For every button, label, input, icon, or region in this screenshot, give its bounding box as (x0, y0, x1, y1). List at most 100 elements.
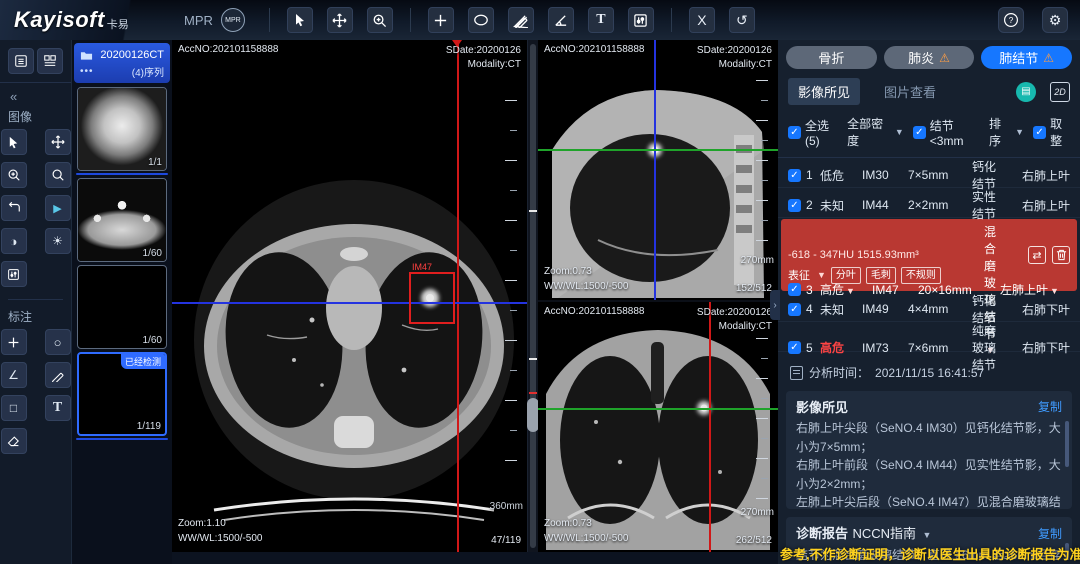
angle-tool-button[interactable] (548, 7, 574, 33)
report-guide-dropdown[interactable]: NCCN指南 (852, 526, 916, 541)
chevron-down-icon: ▼ (1015, 127, 1024, 137)
checkbox-checked-icon[interactable]: ✓ (788, 199, 801, 212)
pan-button[interactable] (327, 7, 353, 33)
annotate-angle-button[interactable]: ∠ (1, 362, 27, 388)
density-filter-dropdown[interactable]: 全部密度 ▼ (847, 115, 904, 149)
nodule-bounding-box[interactable] (409, 272, 455, 324)
report-image-icon[interactable]: ▤ (1016, 82, 1036, 102)
series-more-icon[interactable]: ••• (80, 66, 94, 77)
zoom-in-button[interactable] (367, 7, 393, 33)
layout-tree-button[interactable] (37, 48, 63, 74)
feature-tag[interactable]: 分叶 (831, 267, 861, 284)
annotate-rect-button[interactable]: □ (1, 395, 27, 421)
image-number: IM44 (862, 198, 908, 212)
select-all-checkbox[interactable]: ✓ 全选(5) (788, 117, 838, 148)
select-cursor-button[interactable] (287, 7, 313, 33)
nodule-row-5[interactable]: ✓5 高危 IM73 7×6mm 纯磨玻璃结节 右肺下叶 (778, 322, 1080, 352)
coronal-crosshair-horizontal[interactable] (538, 408, 778, 410)
checkbox-checked-icon[interactable]: ✓ (788, 303, 801, 316)
sagittal-crosshair-horizontal[interactable] (538, 149, 778, 151)
text-icon: T (596, 12, 605, 28)
wl-preset-button[interactable] (1, 261, 27, 287)
mode-pneumonia-button[interactable]: 肺炎 ⚠ (884, 46, 975, 69)
delete-nodule-button[interactable] (1052, 246, 1070, 264)
cine-play-button[interactable]: ▶ (45, 195, 71, 221)
checkbox-checked-icon[interactable]: ✓ (788, 169, 801, 182)
axial-accno: AccNO:202101158888 (178, 44, 278, 55)
window-level-button[interactable] (628, 7, 654, 33)
thumbnail-series-4-selected[interactable]: 已经检测 1/119 (77, 352, 167, 436)
thumbnail-series-3[interactable]: 1/60 (77, 265, 167, 349)
nodule-row-2[interactable]: ✓2 未知 IM44 2×2mm 实性结节 右肺上叶 (778, 188, 1080, 218)
brightness-tool-button[interactable]: ☀ (45, 228, 71, 254)
mode-nodule-button[interactable]: 肺结节 ⚠ (981, 46, 1072, 69)
tab-findings[interactable]: 影像所见 (788, 78, 860, 105)
findings-scrollbar[interactable] (1065, 421, 1069, 467)
sagittal-viewport[interactable]: AccNO:202101158888 SDate:20200126 Modali… (538, 40, 778, 300)
text-tool-button[interactable]: T (588, 7, 614, 33)
mpr-layout-icon[interactable]: MPR (221, 8, 245, 32)
copy-findings-button[interactable]: 复制 (1038, 398, 1062, 415)
help-button[interactable]: ? (998, 7, 1024, 33)
coronal-accno: AccNO:202101158888 (544, 306, 644, 317)
coronal-viewport[interactable]: AccNO:202101158888 SDate:20200126 Modali… (538, 302, 778, 552)
nodule-row-3-selected[interactable]: ✓3 高危▼ IM47 20×16mm 混合磨玻璃结节▼ 左肺上叶▼ -618 … (781, 219, 1077, 291)
compare-button[interactable]: ⇄ (1028, 246, 1046, 264)
nodule-location-dropdown[interactable]: 左肺上叶 (1000, 283, 1048, 297)
annotate-text-button[interactable]: T (45, 395, 71, 421)
series-title: 20200126CT (100, 49, 164, 61)
copy-report-button[interactable]: 复制 (1038, 525, 1062, 542)
thumbnail-scout[interactable]: 1/1 (77, 87, 167, 171)
feature-tag[interactable]: 毛刺 (866, 267, 896, 284)
collapse-sidebar-button[interactable]: « (0, 83, 71, 106)
checkbox-checked-icon[interactable]: ✓ (788, 283, 801, 296)
zoom-in-tool-button[interactable] (1, 162, 27, 188)
annotate-ruler-button[interactable] (45, 362, 71, 388)
magnify-tool-button[interactable] (45, 162, 71, 188)
series-header[interactable]: 20200126CT ••• (4)序列 (74, 43, 170, 83)
trash-icon (1056, 249, 1067, 261)
brightness-icon: ☀ (52, 234, 63, 248)
mode-fracture-button[interactable]: 骨折 (786, 46, 877, 69)
crosshair-drag-marker[interactable] (452, 40, 462, 47)
toolbar-separator (671, 8, 672, 32)
axial-slice-scrollbar[interactable] (528, 40, 538, 552)
nodule-list: ✓1 低危 IM30 7×5mm 钙化结节 右肺上叶 ✓2 未知 IM44 2×… (778, 158, 1080, 352)
2d-mode-button[interactable]: 2D (1050, 82, 1070, 102)
coronal-crosshair-vertical[interactable] (709, 302, 711, 552)
ruler-tool-button[interactable] (508, 7, 534, 33)
invert-tool-button[interactable]: ◑ (1, 228, 27, 254)
select-tool-button[interactable] (1, 129, 27, 155)
close-tool-button[interactable]: X (689, 7, 715, 33)
findings-title: 影像所见 (796, 397, 848, 416)
axial-ct-image (172, 40, 528, 552)
reset-button[interactable]: ↺ (729, 7, 755, 33)
panel-collapse-handle[interactable]: › (770, 290, 780, 320)
annotate-crosshair-button[interactable] (1, 329, 27, 355)
crosshair-tool-button[interactable] (428, 7, 454, 33)
scrollbar-track[interactable] (530, 44, 536, 548)
ellipse-tool-button[interactable] (468, 7, 494, 33)
sort-dropdown[interactable]: 排序 ▼ (989, 115, 1024, 149)
features-dropdown[interactable]: 表征 (788, 267, 810, 283)
thumbnail-series-2[interactable]: 1/60 (77, 178, 167, 262)
small-nodule-checkbox[interactable]: ✓ 结节<3mm (913, 117, 980, 148)
sagittal-crosshair-vertical[interactable] (654, 40, 656, 300)
nodule-label: IM47 (412, 262, 432, 272)
nodule-row-1[interactable]: ✓1 低危 IM30 7×5mm 钙化结节 右肺上叶 (778, 158, 1080, 188)
round-checkbox[interactable]: ✓ 取整 (1033, 115, 1070, 149)
series-list-button[interactable] (8, 48, 34, 74)
pan-tool-button[interactable] (45, 129, 71, 155)
toolbar-separator (410, 8, 411, 32)
feature-tag[interactable]: 不规则 (901, 267, 941, 284)
axial-viewport[interactable]: IM47 AccNO:202101158888 SDate:20200126 M… (172, 40, 528, 552)
tab-image-view[interactable]: 图片查看 (874, 78, 946, 105)
settings-button[interactable]: ⚙ (1042, 7, 1068, 33)
axial-crosshair-vertical[interactable] (457, 40, 459, 552)
checkbox-checked-icon: ✓ (1033, 126, 1046, 139)
rotate-tool-button[interactable] (1, 195, 27, 221)
annotate-ellipse-button[interactable]: ○ (45, 329, 71, 355)
risk-level-dropdown[interactable]: 高危 (820, 283, 844, 297)
axial-crosshair-horizontal[interactable] (172, 302, 527, 304)
eraser-button[interactable] (1, 428, 27, 454)
